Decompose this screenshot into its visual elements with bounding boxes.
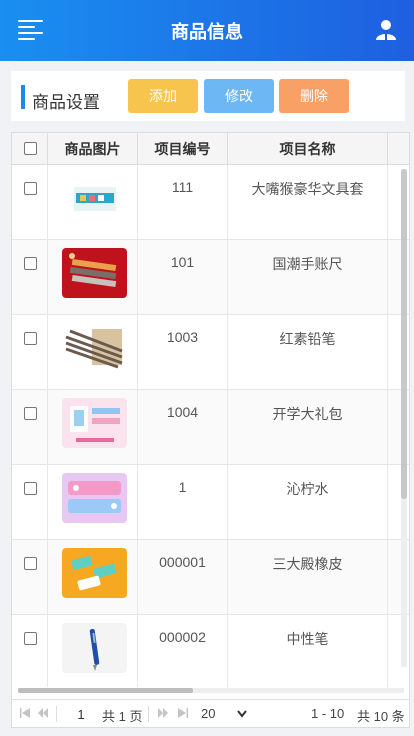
first-page-icon[interactable] — [20, 708, 30, 718]
column-header-name[interactable]: 项目名称 — [228, 133, 388, 165]
gel-pen-icon — [62, 623, 127, 673]
table-row[interactable]: 1004 开学大礼包 — [12, 390, 409, 465]
row-checkbox[interactable] — [24, 557, 37, 570]
item-name: 国潮手账尺 — [228, 240, 388, 315]
item-name: 三大殿橡皮 — [228, 540, 388, 615]
table-row[interactable]: 000001 三大殿橡皮 — [12, 540, 409, 615]
select-all-cell — [12, 133, 48, 165]
horizontal-scrollbar-thumb[interactable] — [18, 688, 193, 693]
page-size-value: 20 — [201, 706, 216, 721]
item-code: 1004 — [138, 390, 228, 465]
item-code: 1003 — [138, 315, 228, 390]
table-body: 111 大嘴猴豪华文具套 101 国潮手账尺 1003 红素铅笔 1004 开学… — [12, 165, 409, 687]
total-pages-label: 共 1 页 — [102, 709, 143, 724]
column-header-image[interactable]: 商品图片 — [48, 133, 138, 165]
product-table: 商品图片 项目编号 项目名称 111 大嘴猴豪华文具套 101 国潮手账尺 10… — [11, 132, 410, 728]
item-name: 中性笔 — [228, 615, 388, 687]
pagination-bar: 共 1 页 20 1 - 10 共 10 条 — [12, 699, 409, 727]
column-header-code[interactable]: 项目编号 — [138, 133, 228, 165]
row-checkbox[interactable] — [24, 407, 37, 420]
next-page-icon[interactable] — [158, 708, 168, 718]
table-row[interactable]: 000002 中性笔 — [12, 615, 409, 687]
pager-divider — [148, 706, 149, 722]
table-row[interactable]: 101 国潮手账尺 — [12, 240, 409, 315]
vertical-scrollbar-thumb[interactable] — [401, 169, 407, 499]
delete-button[interactable]: 删除 — [279, 79, 349, 113]
page-title: 商品信息 — [171, 22, 243, 42]
row-checkbox[interactable] — [24, 482, 37, 495]
settings-toolbar: 商品设置 添加 修改 删除 — [11, 71, 405, 121]
page-number-input[interactable] — [64, 703, 98, 725]
last-page-icon[interactable] — [178, 708, 188, 718]
chevron-down-icon — [237, 710, 247, 718]
row-checkbox[interactable] — [24, 182, 37, 195]
vertical-scrollbar[interactable] — [401, 169, 407, 667]
item-name: 大嘴猴豪华文具套 — [228, 165, 388, 240]
item-code: 1 — [138, 465, 228, 540]
edit-button[interactable]: 修改 — [204, 79, 274, 113]
ruler-icon — [62, 248, 127, 298]
table-header: 商品图片 项目编号 项目名称 — [12, 133, 409, 165]
table-row[interactable]: 1003 红素铅笔 — [12, 315, 409, 390]
prev-page-icon[interactable] — [38, 708, 48, 718]
row-checkbox[interactable] — [24, 332, 37, 345]
table-row[interactable]: 111 大嘴猴豪华文具套 — [12, 165, 409, 240]
page-size-select[interactable]: 20 — [195, 703, 253, 725]
gift-pack-icon — [62, 398, 127, 448]
horizontal-scrollbar[interactable] — [18, 688, 404, 693]
pencil-icon — [62, 323, 127, 373]
row-checkbox[interactable] — [24, 257, 37, 270]
app-header: 商品信息 — [0, 0, 414, 61]
pager-divider — [56, 706, 57, 722]
user-icon[interactable] — [375, 19, 397, 41]
item-name: 沁柠水 — [228, 465, 388, 540]
drink-icon — [62, 473, 127, 523]
item-code: 000001 — [138, 540, 228, 615]
eraser-icon — [62, 548, 127, 598]
item-code: 101 — [138, 240, 228, 315]
select-all-checkbox[interactable] — [24, 142, 37, 155]
row-checkbox[interactable] — [24, 632, 37, 645]
item-code: 000002 — [138, 615, 228, 687]
item-name: 开学大礼包 — [228, 390, 388, 465]
record-range: 1 - 10 — [311, 706, 345, 721]
record-total: 共 10 条 — [357, 709, 405, 724]
add-button[interactable]: 添加 — [128, 79, 198, 113]
table-row[interactable]: 1 沁柠水 — [12, 465, 409, 540]
item-code: 111 — [138, 165, 228, 240]
item-name: 红素铅笔 — [228, 315, 388, 390]
section-accent-bar — [21, 85, 25, 109]
column-header-extra[interactable] — [388, 133, 409, 165]
stationery-set-icon — [62, 173, 127, 223]
section-title: 商品设置 — [32, 93, 100, 112]
